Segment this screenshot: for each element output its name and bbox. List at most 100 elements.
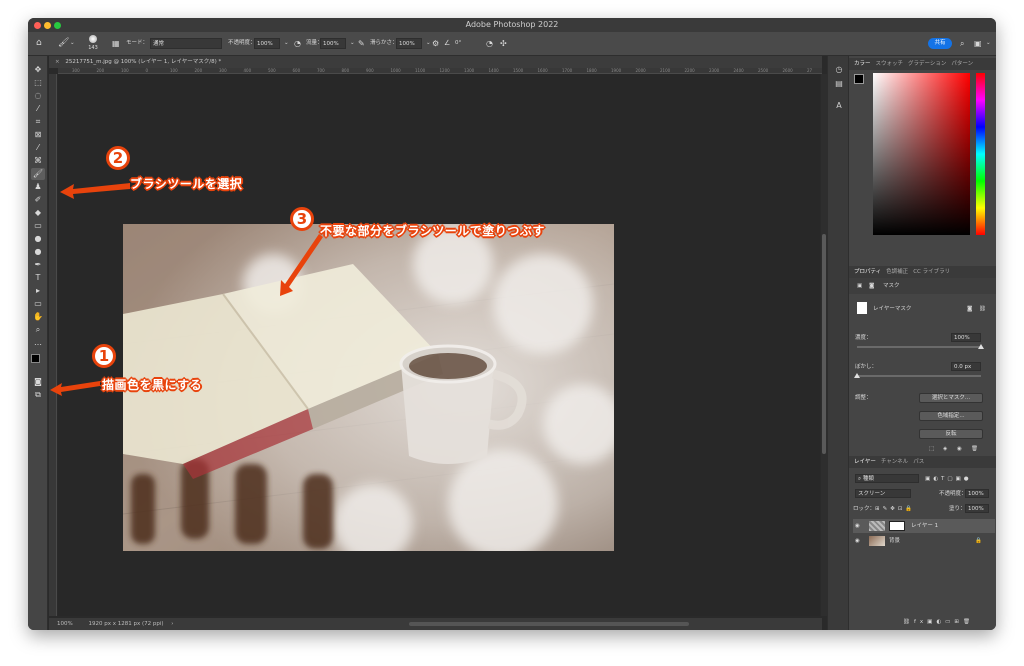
trash-icon[interactable]: 🗑 [971, 445, 978, 453]
color-field[interactable] [873, 73, 970, 235]
airbrush-icon[interactable]: ✎ [358, 38, 365, 49]
foreground-color-swatch[interactable] [31, 354, 40, 363]
dodge-tool-icon[interactable]: ● [31, 246, 45, 258]
rectangle-tool-icon[interactable]: ▭ [31, 298, 45, 310]
quick-select-tool-icon[interactable]: ⁄ [31, 103, 45, 115]
invert-button[interactable]: 反転 [919, 429, 983, 439]
link-mask-icon[interactable]: ⛓ [979, 305, 986, 313]
density-slider[interactable] [857, 344, 984, 349]
zoom-window-button[interactable] [54, 22, 61, 29]
type-tool-icon[interactable]: T [31, 272, 45, 284]
vector-mask-icon[interactable]: ◙ [869, 282, 874, 290]
layer-filter-select[interactable]: ⌕ 種類 [855, 474, 919, 483]
tab-cc-libraries[interactable]: CC ライブラリ [913, 269, 950, 275]
layer-row-background[interactable]: ◉ 背景 🔒 [853, 534, 995, 548]
screen-mode-icon[interactable]: ⧉ [31, 389, 45, 401]
tab-swatches[interactable]: スウォッチ [876, 61, 904, 67]
tab-channels[interactable]: チャンネル [881, 459, 908, 465]
tab-paths[interactable]: パス [913, 459, 924, 465]
minimize-window-button[interactable] [44, 22, 51, 29]
chevron-right-icon[interactable]: › [171, 621, 173, 627]
close-window-button[interactable] [34, 22, 41, 29]
crop-tool-icon[interactable]: ⌗ [31, 116, 45, 128]
tab-properties[interactable]: プロパティ [854, 269, 881, 275]
home-icon[interactable]: ⌂ [36, 38, 42, 49]
quick-mask-icon[interactable]: ◙ [31, 376, 45, 388]
density-field[interactable]: 100% [951, 333, 981, 342]
layer-actions-bar[interactable]: ⛓fx▣◐▭⊞🗑 [903, 618, 974, 626]
fill-field[interactable]: 100% [965, 504, 989, 513]
chevron-down-icon[interactable]: ⌄ [350, 38, 355, 49]
horizontal-scroll-thumb[interactable] [409, 622, 689, 626]
lasso-tool-icon[interactable]: ◌ [31, 90, 45, 102]
symmetry-icon[interactable]: ✣ [500, 38, 507, 49]
mode-select[interactable]: 通常 [150, 38, 222, 49]
layer-mask-thumbnail[interactable] [889, 521, 905, 531]
vertical-scroll-thumb[interactable] [822, 234, 826, 454]
blend-mode-select[interactable]: スクリーン [855, 489, 911, 498]
density-slider-thumb[interactable] [978, 344, 984, 349]
feather-slider-thumb[interactable] [854, 373, 860, 378]
stamp-tool-icon[interactable]: ♟ [31, 181, 45, 193]
gear-icon[interactable]: ⚙ [432, 38, 439, 49]
brush-tool-icon[interactable]: 🖌 [58, 38, 69, 49]
pen-tool-icon[interactable]: ✒ [31, 259, 45, 271]
layer-opacity-field[interactable]: 100% [965, 489, 989, 498]
chevron-down-icon[interactable]: ⌄ [70, 38, 75, 49]
color-fg-swatch[interactable] [854, 74, 864, 84]
visibility-icon[interactable]: ◉ [957, 445, 962, 453]
gradient-tool-icon[interactable]: ▭ [31, 220, 45, 232]
smoothing-field[interactable]: 100% [396, 38, 422, 49]
document-tab[interactable]: × 25217751_m.jpg @ 100% (レイヤー 1, レイヤーマスク… [49, 56, 822, 68]
lock-icons[interactable]: ⊞✎✥⊡🔒 [875, 505, 915, 513]
feather-field[interactable]: 0.0 px [951, 362, 981, 371]
color-range-button[interactable]: 色域指定... [919, 411, 983, 421]
eraser-tool-icon[interactable]: ◆ [31, 207, 45, 219]
eyedropper-tool-icon[interactable]: ⁄ [31, 142, 45, 154]
frame-tool-icon[interactable]: ⊠ [31, 129, 45, 141]
zoom-tool-icon[interactable]: ⌕ [31, 324, 45, 336]
tab-patterns[interactable]: パターン [951, 61, 973, 67]
layer-row-layer-1[interactable]: ◉ レイヤー 1 [853, 519, 995, 533]
marquee-tool-icon[interactable]: ⬚ [31, 77, 45, 89]
share-button[interactable]: 共有 [928, 38, 952, 49]
hand-tool-icon[interactable]: ✋ [31, 311, 45, 323]
vertical-ruler[interactable] [49, 74, 57, 616]
zoom-level[interactable]: 100% [57, 621, 73, 627]
history-brush-tool-icon[interactable]: ✐ [31, 194, 45, 206]
load-selection-icon[interactable]: ⬚ [929, 445, 934, 453]
healing-tool-icon[interactable]: ⌘ [31, 155, 45, 167]
flow-field[interactable]: 100% [320, 38, 346, 49]
chevron-down-icon[interactable]: ⌄ [986, 38, 991, 49]
apply-icon[interactable]: ◈ [943, 445, 947, 453]
visibility-icon[interactable]: ◉ [855, 534, 860, 548]
path-select-tool-icon[interactable]: ▸ [31, 285, 45, 297]
character-panel-icon[interactable]: A [833, 100, 845, 112]
move-tool-icon[interactable]: ✥ [31, 64, 45, 76]
select-and-mask-button[interactable]: 選択とマスク... [919, 393, 983, 403]
history-panel-icon[interactable]: ◷ [833, 64, 845, 76]
feather-slider[interactable] [854, 373, 981, 378]
brush-preset-picker[interactable]: 143 [86, 35, 100, 53]
tab-color[interactable]: カラー [854, 61, 871, 67]
visibility-icon[interactable]: ◉ [855, 519, 860, 533]
hue-slider[interactable] [976, 73, 985, 235]
opacity-field[interactable]: 100% [254, 38, 280, 49]
comments-panel-icon[interactable]: ▤ [833, 78, 845, 90]
apply-mask-icon[interactable]: ◙ [967, 305, 972, 313]
more-tools-icon[interactable]: … [31, 337, 45, 349]
canvas-area[interactable]: 2 ブラシツールを選択 3 不要な部分をブラシツールで塗りつぶす 1 描画色を黒… [50, 74, 820, 616]
blur-tool-icon[interactable]: ● [31, 233, 45, 245]
tab-adjustments[interactable]: 色調補正 [886, 269, 908, 275]
angle-value[interactable]: 0° [455, 38, 461, 49]
brush-settings-icon[interactable]: ▦ [112, 38, 120, 49]
workspace-icon[interactable]: ▣ [974, 38, 982, 49]
pressure-size-icon[interactable]: ◔ [486, 38, 493, 49]
pressure-opacity-icon[interactable]: ◔ [294, 38, 301, 49]
brush-tool-icon[interactable]: 🖌 [31, 168, 45, 180]
tab-layers[interactable]: レイヤー [854, 459, 876, 465]
close-tab-icon[interactable]: × [55, 59, 60, 65]
layer-filter-icons[interactable]: ▣◐T▢▣● [925, 475, 972, 483]
tab-gradients[interactable]: グラデーション [908, 61, 946, 67]
chevron-down-icon[interactable]: ⌄ [284, 38, 289, 49]
